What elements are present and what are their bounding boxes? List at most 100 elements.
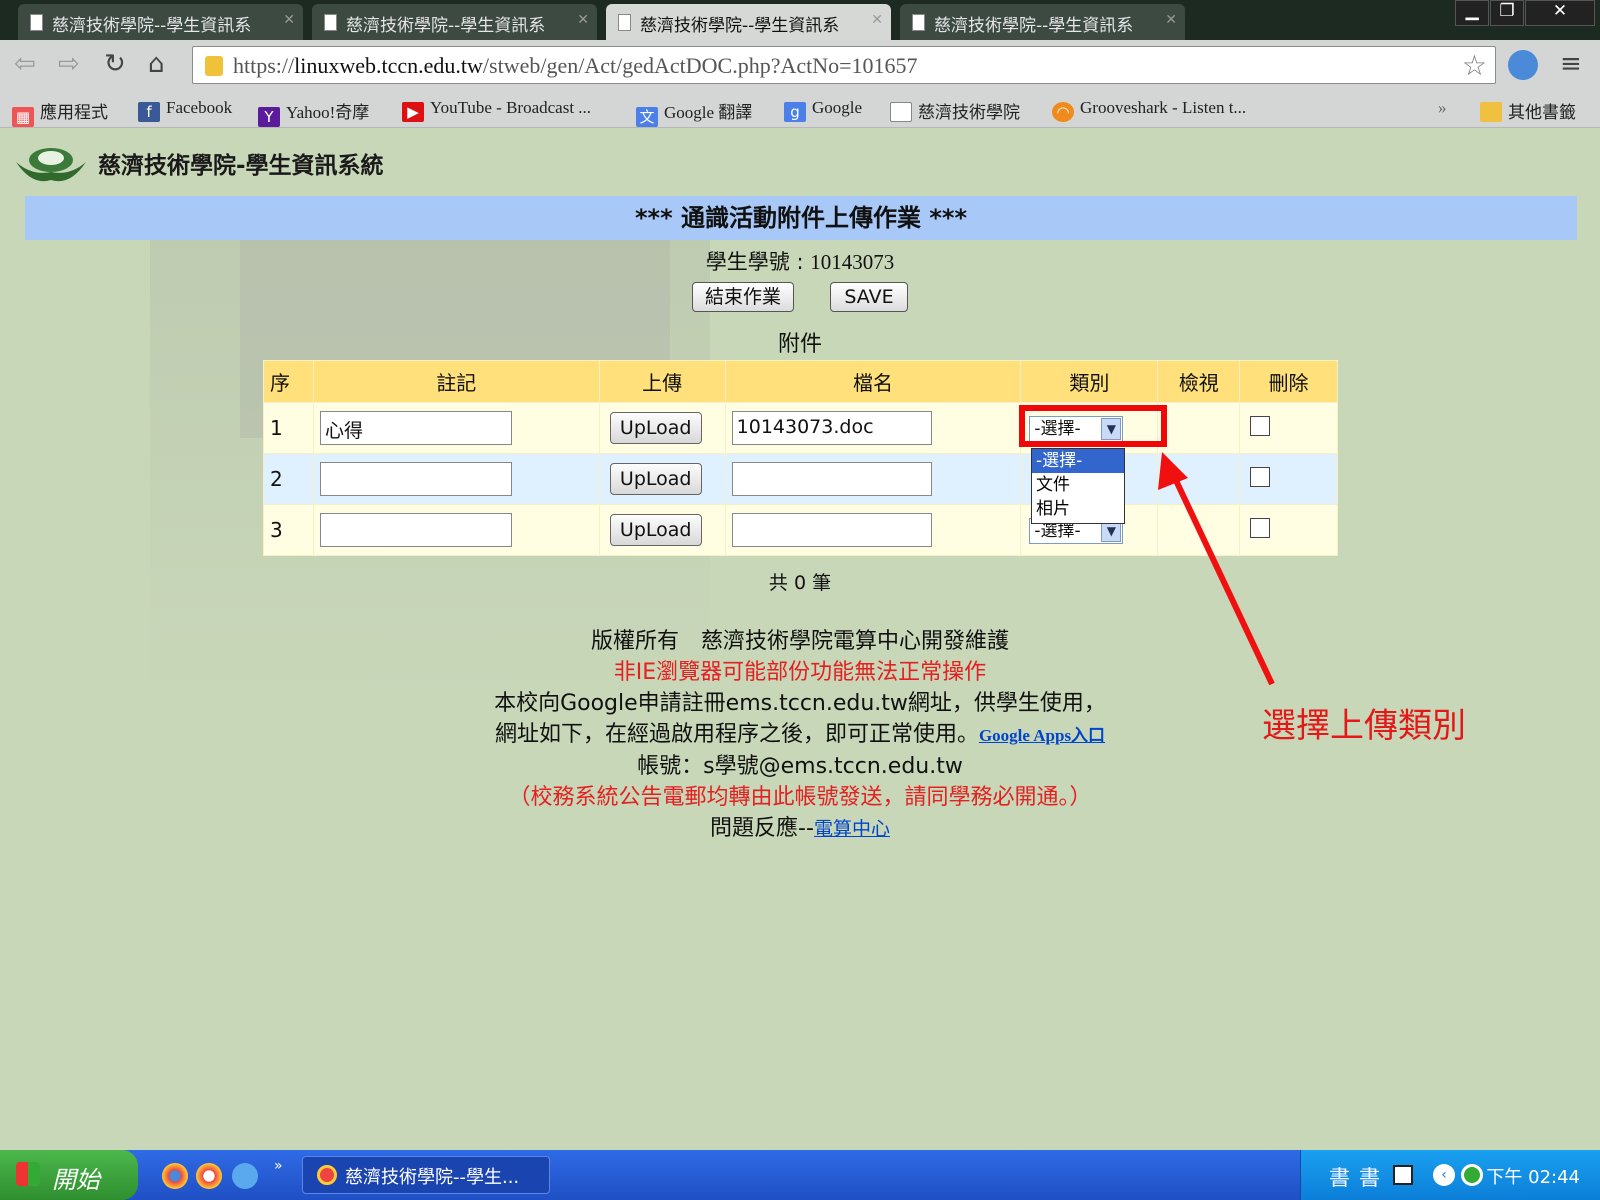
tab-strip: 慈濟技術學院--學生資訊系 ✕ 慈濟技術學院--學生資訊系 ✕ 慈濟技術學院--… [0, 0, 1600, 40]
address-bar[interactable]: https://linuxweb.tccn.edu.tw/stweb/gen/A… [192, 46, 1496, 84]
page-icon [618, 14, 631, 31]
google-notice-line1: 本校向Google申請註冊ems.tccn.edu.tw網址，供學生使用， [494, 691, 1106, 716]
bookmark-youtube[interactable]: ▶ YouTube - Broadcast ... [402, 98, 591, 122]
delete-checkbox[interactable] [1250, 415, 1271, 436]
browser-tab-2[interactable]: 慈濟技術學院--學生資訊系 ✕ [312, 4, 597, 40]
system-tray: 書 書 ‹ 下午 02:44 [1300, 1150, 1600, 1200]
bookmarks-bar: ▦ 應用程式 f Facebook Y Yahoo!奇摩 ▶ YouTube - Bro… [0, 90, 1600, 128]
record-count: 共 0 筆 [768, 572, 832, 594]
show-desktop-icon[interactable] [1393, 1165, 1413, 1185]
close-icon[interactable]: ✕ [283, 12, 295, 28]
computer-center-link[interactable]: 電算中心 [814, 818, 890, 840]
network-icon[interactable] [1461, 1164, 1483, 1186]
bookmark-yahoo[interactable]: Y Yahoo!奇摩 [258, 98, 369, 127]
upload-button[interactable]: UpLoad [609, 412, 702, 444]
start-button[interactable]: 開始 [0, 1150, 138, 1200]
bookmark-star-icon[interactable]: ☆ [1462, 49, 1487, 82]
tab-title: 慈濟技術學院--學生資訊系 [934, 16, 1134, 36]
quicklaunch-expand-icon[interactable]: » [274, 1158, 283, 1174]
bookmark-grooveshark[interactable]: ◠ Grooveshark - Listen t... [1052, 98, 1246, 122]
save-button[interactable]: SAVE [830, 282, 908, 312]
yahoo-icon: Y [258, 107, 280, 127]
end-session-button[interactable]: 結束作業 [692, 282, 794, 312]
column-header: 序 [263, 360, 314, 403]
grooveshark-icon: ◠ [1052, 102, 1074, 122]
url-text: https://linuxweb.tccn.edu.tw/stweb/gen/A… [233, 53, 918, 78]
column-header: 類別 [1020, 360, 1159, 403]
row-seq: 3 [263, 504, 314, 556]
reload-icon[interactable]: ↻ [104, 50, 126, 78]
student-id-label: 學生學號 : [705, 250, 811, 274]
page-banner: *** 通識活動附件上傳作業 *** [25, 196, 1577, 240]
youtube-icon: ▶ [402, 102, 424, 122]
chrome-alt-quicklaunch-icon[interactable] [196, 1163, 222, 1189]
bookmark-facebook[interactable]: f Facebook [138, 98, 232, 122]
close-icon[interactable]: ✕ [1165, 12, 1177, 28]
feedback-line: 問題反應--電算中心 [710, 816, 890, 841]
annotation-highlight-box [1019, 405, 1167, 447]
ie-quicklaunch-icon[interactable] [232, 1163, 258, 1189]
extension-icon[interactable] [1508, 50, 1538, 80]
bookmarks-overflow[interactable]: » [1438, 98, 1447, 118]
google-notice-line2: 網址如下，在經過啟用程序之後，即可正常使用。Google Apps入口 [494, 722, 1106, 747]
bookmark-apps[interactable]: ▦ 應用程式 [12, 98, 108, 127]
upload-button[interactable]: UpLoad [609, 514, 702, 546]
browser-toolbar: ⇦ ⇨ ↻ ⌂ https://linuxweb.tccn.edu.tw/stw… [0, 40, 1600, 90]
chrome-quicklaunch-icon[interactable] [162, 1163, 188, 1189]
row-seq: 2 [263, 453, 314, 505]
dropdown-option[interactable]: 文件 [1032, 473, 1124, 497]
chrome-icon [317, 1165, 337, 1185]
tab-title: 慈濟技術學院--學生資訊系 [640, 16, 840, 36]
table-header-row: 序 註記 上傳 檔名 類別 檢視 刪除 [263, 360, 1338, 403]
column-header: 檢視 [1157, 360, 1241, 403]
column-header: 上傳 [598, 360, 726, 403]
browser-warning: 非IE瀏覽器可能部份功能無法正常操作 [613, 660, 987, 685]
taskbar-window-button[interactable]: 慈濟技術學院--學生... [302, 1156, 550, 1194]
restore-icon[interactable]: ❐ [1490, 0, 1524, 26]
bookmark-google-translate[interactable]: 文 Google 翻譯 [636, 98, 752, 127]
other-bookmarks[interactable]: 其他書籤 [1480, 98, 1576, 123]
dropdown-option[interactable]: -選擇- [1032, 449, 1124, 473]
close-icon[interactable]: ✕ [871, 12, 883, 28]
ime-indicator[interactable]: 書 [1359, 1162, 1380, 1192]
browser-tab-1[interactable]: 慈濟技術學院--學生資訊系 ✕ [18, 4, 303, 40]
page-footer: 版權所有 慈濟技術學院電算中心開發維護 非IE瀏覽器可能部份功能無法正常操作 本… [0, 626, 1600, 845]
email-notice: （校務系統公告電郵均轉由此帳號發送，請同學務必開通。） [508, 785, 1092, 810]
upload-button[interactable]: UpLoad [609, 463, 702, 495]
home-icon[interactable]: ⌂ [148, 50, 165, 78]
close-window-icon[interactable]: ✕ [1525, 0, 1595, 26]
tab-title: 慈濟技術學院--學生資訊系 [346, 16, 546, 36]
back-icon[interactable]: ⇦ [14, 50, 36, 78]
google-apps-link[interactable]: Google Apps入口 [979, 726, 1105, 745]
bookmark-google[interactable]: g Google [784, 98, 862, 122]
close-icon[interactable]: ✕ [577, 12, 589, 28]
student-id-value: 10143073 [810, 250, 895, 274]
tray-collapse-icon[interactable]: ‹ [1433, 1164, 1455, 1186]
lock-warning-icon [205, 56, 223, 76]
filename-input[interactable] [731, 462, 932, 496]
minimize-icon[interactable]: ▁ [1455, 0, 1489, 26]
filename-input[interactable]: 10143073.doc [731, 411, 932, 445]
bookmark-tccn[interactable]: 慈濟技術學院 [890, 98, 1020, 123]
note-input[interactable]: 心得 [319, 411, 512, 445]
note-input[interactable] [319, 462, 512, 496]
page-icon [30, 14, 43, 31]
forward-icon[interactable]: ⇨ [58, 50, 80, 78]
facebook-icon: f [138, 102, 160, 122]
student-id-line: 學生學號 : 10143073 [0, 246, 1600, 276]
google-translate-icon: 文 [636, 107, 658, 127]
folder-icon [1480, 102, 1502, 122]
account-text: 帳號：s學號@ems.tccn.edu.tw [637, 754, 963, 779]
school-logo-icon [16, 148, 86, 182]
category-dropdown-list: -選擇- 文件 相片 [1031, 448, 1125, 524]
browser-tab-3[interactable]: 慈濟技術學院--學生資訊系 ✕ [606, 4, 891, 40]
google-icon: g [784, 102, 806, 122]
menu-icon[interactable]: ≡ [1560, 50, 1582, 78]
dropdown-option[interactable]: 相片 [1032, 497, 1124, 521]
filename-input[interactable] [731, 513, 932, 547]
tab-title: 慈濟技術學院--學生資訊系 [52, 16, 252, 36]
site-title: 慈濟技術學院-學生資訊系統 [98, 153, 384, 179]
browser-tab-4[interactable]: 慈濟技術學院--學生資訊系 ✕ [900, 4, 1185, 40]
note-input[interactable] [319, 513, 512, 547]
ime-indicator[interactable]: 書 [1329, 1162, 1350, 1192]
